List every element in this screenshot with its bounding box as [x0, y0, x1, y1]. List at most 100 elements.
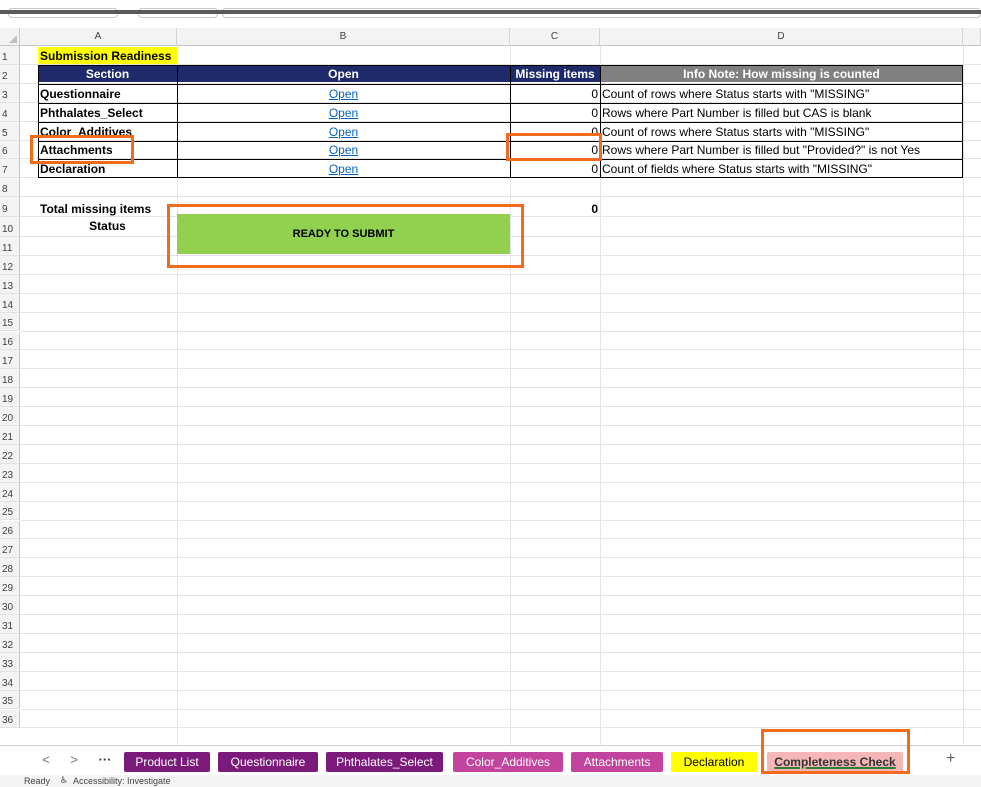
- row-gridline: [20, 595, 981, 597]
- row-header[interactable]: 30: [0, 596, 20, 615]
- highlight-status: [167, 204, 524, 268]
- column-header-c[interactable]: C: [510, 28, 600, 46]
- open-link[interactable]: Open: [177, 141, 510, 159]
- missing-count-cell[interactable]: 0: [510, 84, 598, 103]
- row-gridline: [20, 651, 981, 653]
- row-header[interactable]: 25: [0, 501, 20, 521]
- row-header[interactable]: 12: [0, 255, 20, 275]
- open-link[interactable]: Open: [177, 159, 510, 178]
- row-header[interactable]: 1: [0, 46, 20, 65]
- row-gridline: [20, 500, 981, 502]
- row-header[interactable]: 19: [0, 388, 20, 408]
- row-gridline: [20, 614, 981, 615]
- column-header-e[interactable]: [963, 28, 981, 46]
- row-header[interactable]: 34: [0, 671, 20, 691]
- open-link[interactable]: Open: [177, 84, 510, 103]
- row-gridline: [20, 708, 981, 710]
- row-header[interactable]: 20: [0, 407, 20, 426]
- next-sheet-button[interactable]: >: [67, 752, 81, 767]
- accessibility-status[interactable]: Accessibility: Investigate: [73, 776, 171, 786]
- info-note-cell[interactable]: Rows where Part Number is filled but "Pr…: [600, 141, 963, 159]
- status-bar: Ready ♿ Accessibility: Investigate: [0, 775, 981, 787]
- row-gridline: [20, 311, 981, 313]
- row-header[interactable]: 35: [0, 690, 20, 710]
- tab-phthalates-select[interactable]: Phthalates_Select: [326, 752, 443, 772]
- info-note-cell[interactable]: Rows where Part Number is filled but CAS…: [600, 103, 963, 122]
- row-header[interactable]: 22: [0, 444, 20, 464]
- row-header[interactable]: 10: [0, 217, 20, 237]
- row-header[interactable]: 27: [0, 539, 20, 559]
- section-cell[interactable]: Questionnaire: [38, 84, 177, 103]
- column-header-a[interactable]: A: [20, 28, 177, 46]
- sheet-tab-bar: < > ··· Product List Questionnaire Phtha…: [0, 729, 981, 775]
- row-header[interactable]: 32: [0, 633, 20, 653]
- row-header[interactable]: 4: [0, 103, 20, 122]
- row-header[interactable]: 16: [0, 331, 20, 351]
- column-header-d[interactable]: D: [600, 28, 963, 46]
- row-gridline: [20, 576, 981, 578]
- row-header[interactable]: 2: [0, 65, 20, 84]
- row-header[interactable]: 9: [0, 197, 20, 217]
- row-header[interactable]: 33: [0, 652, 20, 672]
- add-sheet-button[interactable]: +: [946, 750, 955, 768]
- row-header[interactable]: 28: [0, 558, 20, 578]
- row-header[interactable]: 21: [0, 426, 20, 445]
- tab-attachments[interactable]: Attachments: [571, 752, 663, 772]
- accessibility-icon[interactable]: ♿: [60, 775, 68, 786]
- missing-count-cell[interactable]: 0: [510, 103, 598, 122]
- status-label[interactable]: Status: [38, 214, 177, 238]
- row-gridline: [20, 557, 981, 559]
- open-link[interactable]: Open: [177, 103, 510, 122]
- row-gridline: [20, 632, 981, 634]
- column-gridline: [963, 46, 964, 745]
- missing-count-cell[interactable]: 0: [510, 159, 598, 178]
- row-gridline: [20, 670, 981, 672]
- row-gridline: [20, 425, 981, 426]
- header-missing-items[interactable]: Missing items: [510, 65, 600, 82]
- select-all-corner[interactable]: [0, 28, 20, 46]
- row-header[interactable]: 13: [0, 274, 20, 294]
- row-header[interactable]: 31: [0, 615, 20, 634]
- row-header[interactable]: 6: [0, 141, 20, 159]
- row-header[interactable]: 26: [0, 520, 20, 540]
- highlight-attachments-cell: [30, 135, 134, 164]
- tab-questionnaire[interactable]: Questionnaire: [218, 752, 318, 772]
- row-header[interactable]: 7: [0, 159, 20, 178]
- header-section[interactable]: Section: [38, 65, 177, 82]
- row-header[interactable]: 24: [0, 482, 20, 502]
- highlight-attachments-missing: [506, 133, 602, 161]
- prev-sheet-button[interactable]: <: [39, 752, 53, 767]
- worksheet-grid[interactable]: A B C D 1 2 3 4 5 6 7 8 9 10 11 12 13 14 15 16 17 18 19 20 2…: [0, 28, 981, 745]
- header-info-note[interactable]: Info Note: How missing is counted: [600, 65, 963, 82]
- row-header[interactable]: 8: [0, 178, 20, 197]
- row-header[interactable]: 3: [0, 84, 20, 103]
- section-cell[interactable]: Phthalates_Select: [38, 103, 177, 122]
- row-header[interactable]: 15: [0, 312, 20, 332]
- row-header[interactable]: 36: [0, 709, 20, 729]
- tab-color-additives[interactable]: Color_Additives: [453, 752, 563, 772]
- info-note-cell[interactable]: Count of rows where Status starts with "…: [600, 84, 963, 103]
- row-header[interactable]: 17: [0, 350, 20, 370]
- row-header[interactable]: 23: [0, 463, 20, 483]
- row-header[interactable]: 11: [0, 237, 20, 256]
- header-open[interactable]: Open: [177, 65, 510, 82]
- row-gridline: [20, 406, 981, 408]
- tab-declaration[interactable]: Declaration: [671, 752, 757, 772]
- row-header[interactable]: 18: [0, 369, 20, 389]
- info-note-cell[interactable]: Count of rows where Status starts with "…: [600, 122, 963, 141]
- row-gridline: [20, 538, 981, 540]
- row-header[interactable]: 14: [0, 293, 20, 313]
- row-gridline: [20, 196, 981, 197]
- open-link[interactable]: Open: [177, 122, 510, 141]
- more-sheets-button[interactable]: ···: [95, 752, 115, 767]
- tab-product-list[interactable]: Product List: [124, 752, 210, 772]
- formula-bar-area: [0, 0, 981, 28]
- row-header[interactable]: 29: [0, 577, 20, 597]
- row-header[interactable]: 5: [0, 122, 20, 141]
- column-header-b[interactable]: B: [177, 28, 510, 46]
- row-gridline: [20, 519, 981, 521]
- info-note-cell[interactable]: Count of fields where Status starts with…: [600, 159, 963, 178]
- row-gridline: [20, 292, 981, 294]
- ready-status: Ready: [24, 776, 51, 786]
- title-cell[interactable]: Submission Readiness: [38, 47, 177, 64]
